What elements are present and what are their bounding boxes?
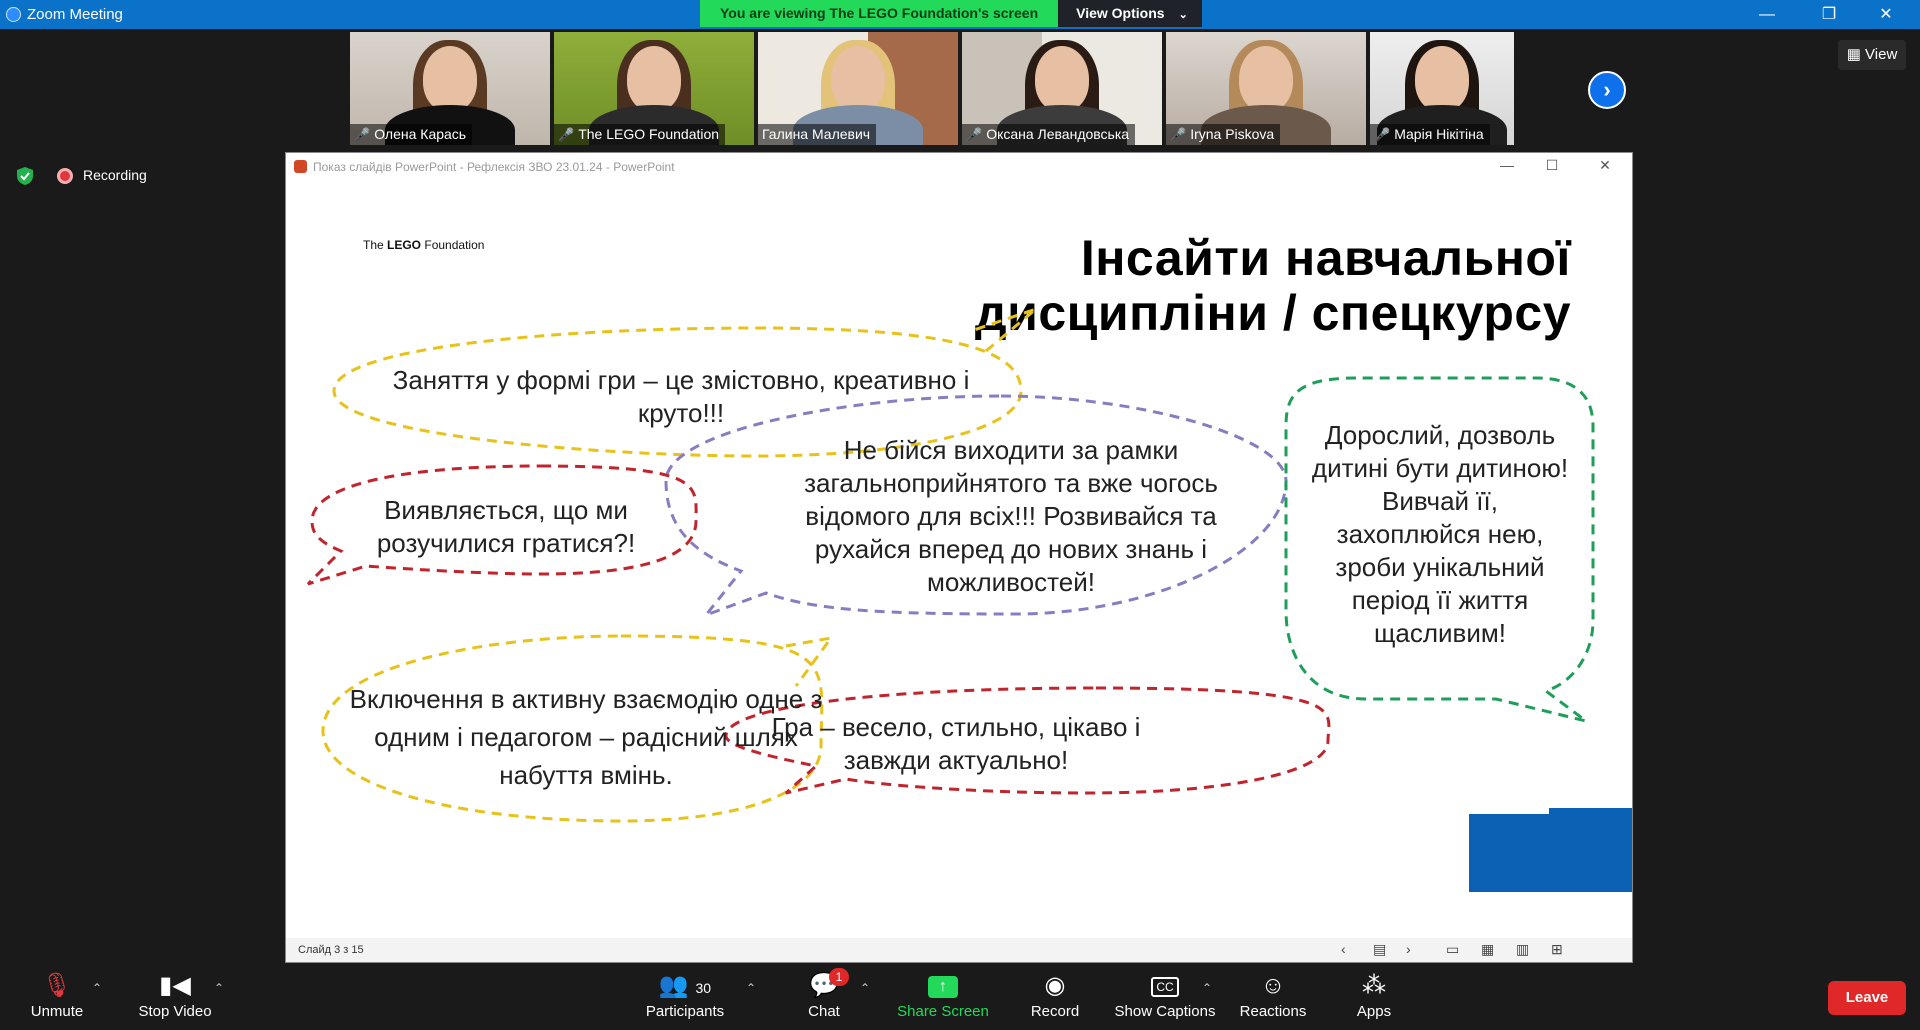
participants-count: 30 xyxy=(695,980,712,996)
minimize-button[interactable]: — xyxy=(1744,3,1790,27)
slide-counter: Слайд 3 з 15 xyxy=(298,944,364,956)
chat-options-caret[interactable]: ⌃ xyxy=(860,981,870,995)
pp-close-button[interactable]: ✕ xyxy=(1590,157,1620,174)
audio-options-caret[interactable]: ⌃ xyxy=(92,981,102,995)
powerpoint-statusbar: Слайд 3 з 15 ‹ ▤ › ▭ ▦ ▥ ⊞ xyxy=(286,938,1632,962)
reactions-button[interactable]: ☺ Reactions xyxy=(1236,971,1310,1020)
next-slide-icon[interactable]: › xyxy=(1406,941,1411,957)
participant-video[interactable]: 🎤 Марія Нікітіна xyxy=(1370,32,1514,145)
participant-strip: 🎤 Олена Карась 🎤 The LEGO Foundation Галин… xyxy=(350,32,1514,145)
muted-mic-icon: 🎤 xyxy=(558,127,575,142)
normal-view-icon[interactable]: ▭ xyxy=(1446,941,1459,958)
reading-view-icon[interactable]: ▥ xyxy=(1516,941,1529,958)
show-captions-button[interactable]: CC Show Captions xyxy=(1110,971,1220,1020)
pp-minimize-button[interactable]: — xyxy=(1492,157,1522,173)
reactions-icon: ☺ xyxy=(1260,972,1286,999)
powerpoint-icon xyxy=(294,160,307,173)
zoom-logo-icon xyxy=(6,7,21,22)
bubble-text: Дорослий, дозволь дитині бути дитиною! В… xyxy=(1311,420,1569,648)
participant-name-tag: 🎤 Оксана Левандовська xyxy=(962,124,1136,145)
muted-mic-icon: 🎤 xyxy=(1374,127,1391,142)
share-screen-button[interactable]: ↑ Share Screen xyxy=(893,971,993,1020)
view-options-label: View Options xyxy=(1076,5,1165,21)
participants-icon: 👥 xyxy=(658,972,689,999)
participant-video[interactable]: Галина Малевич xyxy=(758,32,958,145)
muted-mic-icon: 🎙 xyxy=(41,972,73,999)
chevron-down-icon: ⌄ xyxy=(1178,9,1188,21)
recording-label: Recording xyxy=(83,167,147,183)
share-screen-icon: ↑ xyxy=(928,975,958,998)
slide-sorter-icon[interactable]: ▦ xyxy=(1481,941,1494,958)
bubble-text: Виявляється, що ми розучилися гратися?! xyxy=(376,495,636,558)
video-options-caret[interactable]: ⌃ xyxy=(214,981,224,995)
decorative-block xyxy=(1549,808,1632,892)
record-icon: ◉ xyxy=(1044,972,1066,999)
apps-icon: ⁂ xyxy=(1362,972,1386,999)
grid-icon: ▦ xyxy=(1846,46,1861,63)
powerpoint-window: Показ слайдів PowerPoint - Рефлексія ЗВО… xyxy=(285,152,1633,963)
close-button[interactable]: ✕ xyxy=(1863,3,1909,27)
participants-button[interactable]: 👥 30 Participants xyxy=(640,971,730,1020)
powerpoint-title: Показ слайдів PowerPoint - Рефлексія ЗВО… xyxy=(313,160,675,174)
camera-icon: ▮◀ xyxy=(159,972,191,999)
chevron-right-icon: › xyxy=(1603,77,1611,102)
window-title: Zoom Meeting xyxy=(27,6,123,23)
shield-icon[interactable] xyxy=(16,166,34,186)
stop-video-button[interactable]: ▮◀ Stop Video xyxy=(134,971,216,1020)
recording-icon xyxy=(57,168,73,184)
participant-name-tag: 🎤 Марія Нікітіна xyxy=(1370,124,1490,145)
meeting-toolbar: 🎙 Unmute ⌃ ▮◀ Stop Video ⌃ 👥 30 Particip… xyxy=(0,963,1920,1030)
participant-name-tag: Галина Малевич xyxy=(758,124,877,145)
bubble-text: Включення в активну взаємодію одне з одн… xyxy=(349,684,823,790)
bubble-text: Гра – весело, стильно, цікаво і завжди а… xyxy=(771,712,1141,775)
pp-maximize-button[interactable]: ☐ xyxy=(1537,157,1567,174)
unmute-button[interactable]: 🎙 Unmute xyxy=(26,971,88,1020)
participant-name-tag: 🎤 Iryna Piskova xyxy=(1166,124,1281,145)
share-banner: You are viewing The LEGO Foundation's sc… xyxy=(700,0,1202,27)
record-button[interactable]: ◉ Record xyxy=(1025,971,1085,1020)
powerpoint-titlebar: Показ слайдів PowerPoint - Рефлексія ЗВО… xyxy=(286,153,1632,181)
slide-menu-icon[interactable]: ▤ xyxy=(1373,941,1386,958)
participant-video[interactable]: 🎤 Iryna Piskova xyxy=(1166,32,1366,145)
view-options-button[interactable]: View Options ⌄ xyxy=(1058,0,1202,27)
participant-video[interactable]: 🎤 Олена Карась xyxy=(350,32,550,145)
next-page-button[interactable]: › xyxy=(1588,71,1626,109)
captions-options-caret[interactable]: ⌃ xyxy=(1202,981,1212,995)
muted-mic-icon: 🎤 xyxy=(1170,127,1187,142)
slide: The LEGO Foundation Інсайти навчальної д… xyxy=(286,181,1632,938)
participant-video[interactable]: 🎤 Оксана Левандовська xyxy=(962,32,1162,145)
restore-button[interactable]: ❐ xyxy=(1806,3,1852,27)
bubble-text: Не бійся виходити за рамки загальноприйн… xyxy=(804,435,1218,597)
participant-name-tag: 🎤 The LEGO Foundation xyxy=(554,124,726,145)
bubble-text: Заняття у формі гри – це змістовно, креа… xyxy=(392,365,970,428)
leave-button[interactable]: Leave xyxy=(1828,981,1906,1015)
muted-mic-icon: 🎤 xyxy=(354,127,371,142)
previous-slide-icon[interactable]: ‹ xyxy=(1341,941,1346,957)
participants-options-caret[interactable]: ⌃ xyxy=(746,981,756,995)
participant-name-tag: 🎤 Олена Карась xyxy=(350,124,473,145)
captions-icon: CC xyxy=(1151,976,1179,997)
chat-unread-badge: 1 xyxy=(829,968,849,986)
slideshow-icon[interactable]: ⊞ xyxy=(1551,941,1563,958)
participant-video[interactable]: 🎤 The LEGO Foundation xyxy=(554,32,754,145)
viewing-screen-label: You are viewing The LEGO Foundation's sc… xyxy=(700,0,1059,27)
muted-mic-icon: 🎤 xyxy=(966,127,983,142)
apps-button[interactable]: ⁂ Apps xyxy=(1352,971,1396,1020)
view-button[interactable]: ▦ View xyxy=(1838,40,1906,70)
